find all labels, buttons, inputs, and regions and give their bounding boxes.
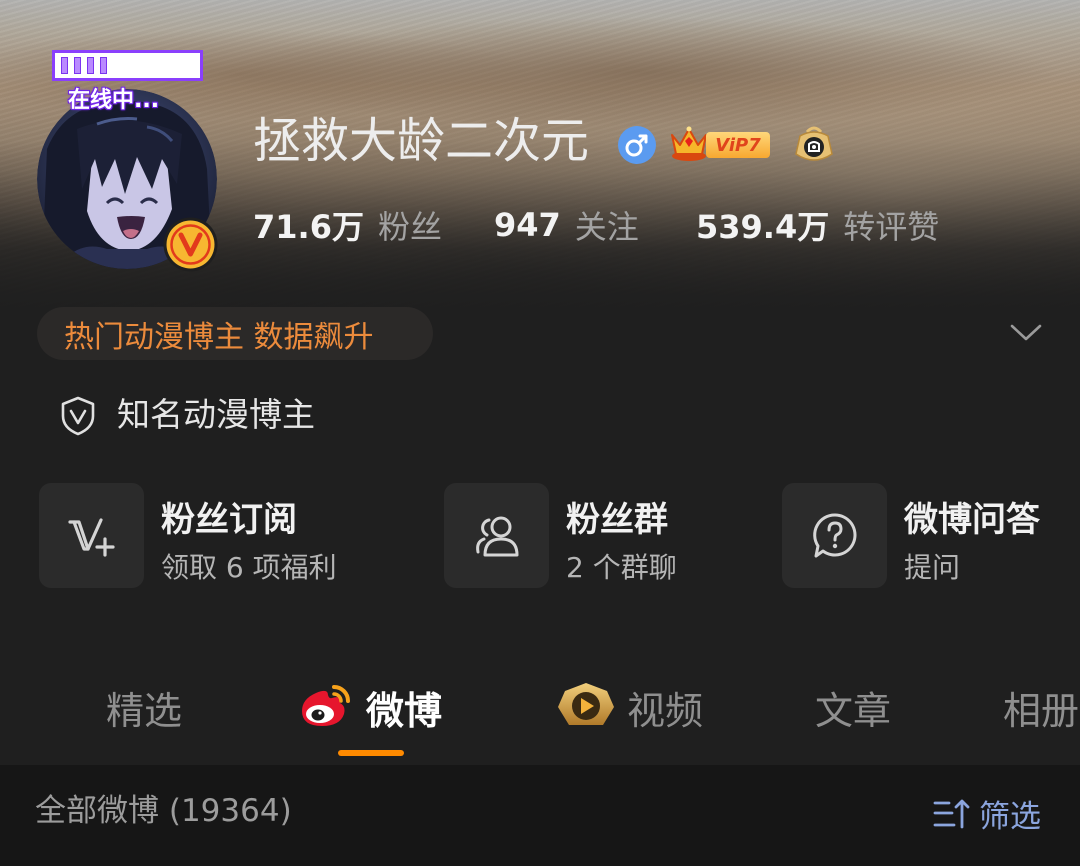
question-bubble-icon — [812, 512, 856, 557]
stat-following[interactable]: 947 关注 — [494, 203, 639, 247]
card-subtitle: 提问 — [904, 551, 961, 584]
card-icon-tile — [782, 483, 887, 588]
chevron-down-icon[interactable] — [1009, 323, 1043, 343]
online-progress-bar — [87, 57, 94, 74]
fan-group-icon — [475, 516, 518, 556]
interactions-label: 转评赞 — [843, 208, 940, 246]
tab-label: 相册 — [1003, 688, 1080, 732]
stat-interactions[interactable]: 539.4万 转评赞 — [696, 203, 939, 247]
card-fan-group[interactable]: 粉丝群 2 个群聊 — [444, 483, 774, 588]
filter-label: 筛选 — [979, 798, 1041, 835]
card-subtitle: 2 个群聊 — [566, 551, 677, 584]
tab-articles[interactable]: 文章 — [815, 683, 891, 733]
following-count: 947 — [494, 206, 561, 244]
vip-level-badge[interactable]: ViP7 — [706, 132, 770, 158]
male-gender-icon — [618, 126, 656, 164]
card-title: 微博问答 — [904, 500, 1040, 540]
v-plus-icon — [67, 517, 115, 557]
online-status-frame — [52, 50, 203, 81]
fan-badge-icon[interactable] — [792, 124, 836, 166]
all-posts-count[interactable]: 全部微博 (19364) — [35, 793, 292, 830]
tab-label: 微博 — [366, 688, 443, 733]
tab-albums[interactable]: 相册 — [1003, 683, 1080, 732]
video-channel-icon[interactable] — [557, 681, 615, 731]
card-title: 粉丝群 — [566, 500, 668, 540]
online-progress-bar — [61, 57, 68, 74]
vip-crown-icon[interactable] — [668, 123, 710, 163]
online-progress-bar — [100, 57, 107, 74]
filter-button[interactable]: 筛选 — [933, 791, 1045, 835]
following-label: 关注 — [574, 208, 639, 246]
tab-label: 文章 — [815, 688, 892, 733]
profile-username: 拯救大龄二次元 — [253, 113, 590, 169]
tab-label: 视频 — [627, 688, 704, 733]
online-progress-bar — [74, 57, 81, 74]
card-icon-tile — [444, 483, 549, 588]
tab-weibo[interactable]: 微博 — [366, 683, 442, 733]
card-fan-subscription[interactable]: 粉丝订阅 领取 6 项福利 — [39, 483, 429, 588]
followers-label: 粉丝 — [377, 208, 442, 246]
card-title: 粉丝订阅 — [161, 500, 297, 540]
tab-video[interactable]: 视频 — [627, 683, 703, 733]
card-subtitle: 领取 6 项福利 — [161, 551, 337, 584]
online-status-label: 在线中... — [68, 88, 160, 113]
profile-screen: 在线中... 拯救大龄二次元 ViP7 71.6万 粉丝 947 关注 539.… — [0, 0, 1080, 866]
shield-v-icon — [60, 396, 96, 436]
tab-featured[interactable]: 精选 — [106, 683, 182, 733]
verified-v-icon[interactable] — [162, 216, 219, 273]
interactions-count: 539.4万 — [696, 208, 830, 246]
followers-count: 71.6万 — [253, 208, 364, 246]
card-icon-tile — [39, 483, 144, 588]
weibo-logo-icon[interactable] — [298, 681, 354, 729]
trending-creator-text: 热门动漫博主 数据飙升 — [64, 319, 374, 355]
stat-followers[interactable]: 71.6万 粉丝 — [253, 203, 442, 247]
verification-label[interactable]: 知名动漫博主 — [117, 396, 315, 434]
trending-creator-pill[interactable]: 热门动漫博主 数据飙升 — [37, 307, 433, 360]
filter-sort-icon — [933, 799, 970, 829]
tab-label: 精选 — [106, 688, 183, 733]
active-tab-indicator — [338, 750, 404, 756]
card-weibo-qa[interactable]: 微博问答 提问 — [782, 483, 1080, 588]
